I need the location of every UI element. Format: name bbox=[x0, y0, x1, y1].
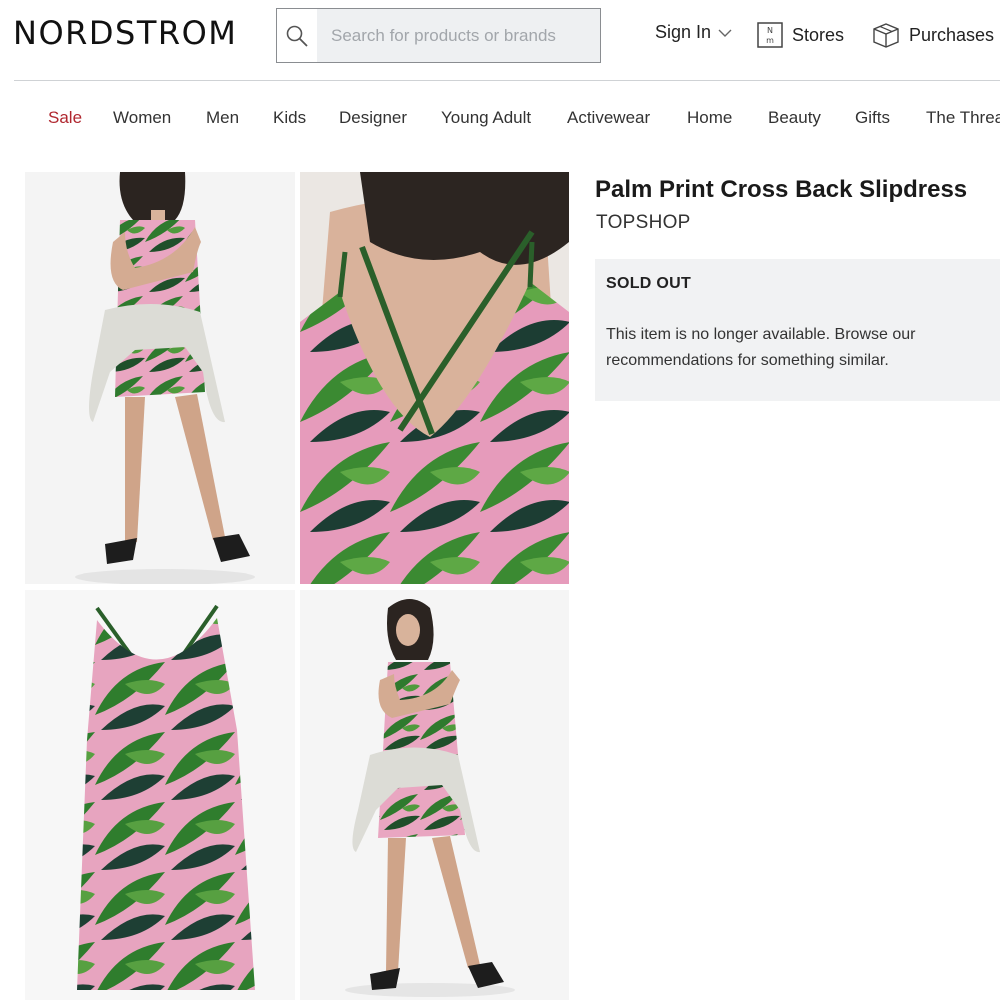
product-photo-flat[interactable] bbox=[25, 590, 295, 1000]
sold-out-notice: SOLD OUT This item is no longer availabl… bbox=[595, 259, 1000, 401]
sold-out-message: This item is no longer available. Browse… bbox=[606, 326, 916, 369]
nav-beauty[interactable]: Beauty bbox=[768, 108, 821, 128]
purchases-label: Purchases bbox=[909, 24, 995, 45]
product-photo-front[interactable] bbox=[25, 172, 295, 584]
product-photo-full-length[interactable] bbox=[300, 590, 569, 1000]
nav-the-thread[interactable]: The Threa bbox=[926, 108, 1000, 128]
chevron-down-icon bbox=[718, 28, 732, 38]
nav-activewear[interactable]: Activewear bbox=[567, 108, 650, 128]
nav-designer[interactable]: Designer bbox=[339, 108, 407, 128]
category-nav: Sale Women Men Kids Designer Young Adult… bbox=[0, 100, 1000, 136]
stores-label: Stores bbox=[792, 24, 845, 45]
sign-in-menu[interactable]: Sign In bbox=[655, 22, 732, 43]
nav-kids[interactable]: Kids bbox=[273, 108, 306, 128]
box-icon bbox=[872, 22, 900, 48]
sign-in-label: Sign In bbox=[655, 22, 712, 42]
nordstrom-logo[interactable]: NORDSTROM bbox=[13, 14, 237, 52]
nav-sale[interactable]: Sale bbox=[48, 108, 82, 128]
svg-text:m: m bbox=[766, 36, 774, 45]
nav-women[interactable]: Women bbox=[113, 108, 171, 128]
nav-men[interactable]: Men bbox=[206, 108, 239, 128]
product-photo-back-detail[interactable] bbox=[300, 172, 569, 584]
purchases-link[interactable]: Purchases bbox=[872, 22, 994, 48]
nav-home[interactable]: Home bbox=[687, 108, 732, 128]
product-title: Palm Print Cross Back Slipdress bbox=[595, 176, 968, 203]
search-icon[interactable] bbox=[277, 9, 317, 62]
sold-out-title: SOLD OUT bbox=[606, 275, 692, 292]
search-input[interactable] bbox=[317, 9, 600, 62]
svg-text:N: N bbox=[767, 26, 773, 35]
header-divider bbox=[14, 80, 1000, 81]
nav-gifts[interactable]: Gifts bbox=[855, 108, 890, 128]
store-icon: N m bbox=[757, 22, 783, 48]
search-bar[interactable] bbox=[276, 8, 601, 63]
nav-young-adult[interactable]: Young Adult bbox=[441, 108, 531, 128]
product-brand-link[interactable]: TOPSHOP bbox=[596, 212, 691, 234]
site-header: NORDSTROM Sign In N m Stores bbox=[0, 0, 1000, 80]
stores-link[interactable]: N m Stores bbox=[757, 22, 844, 48]
